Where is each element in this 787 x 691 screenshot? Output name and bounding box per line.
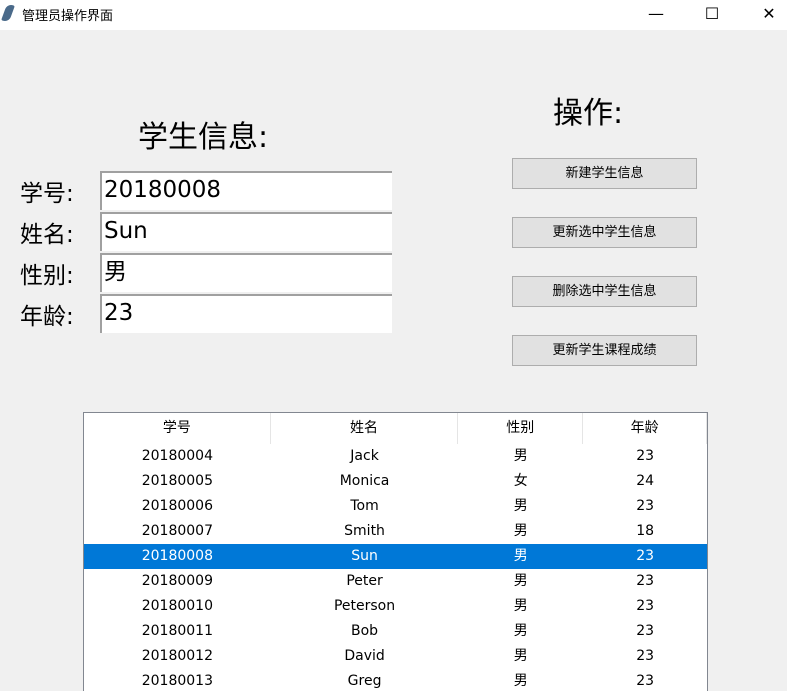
field-label: 性别: xyxy=(20,263,74,289)
table-cell: 男 xyxy=(513,523,528,539)
table-cell: 女 xyxy=(513,473,528,489)
new-student-button[interactable]: 新建学生信息 xyxy=(512,158,697,189)
table-cell: David xyxy=(344,648,385,664)
form-title: 学生信息: xyxy=(138,120,269,155)
table-cell: 18 xyxy=(636,523,655,539)
table-cell: 男 xyxy=(513,548,528,564)
title-bar: 管理员操作界面 — ☐ ✕ xyxy=(0,0,787,30)
table-row[interactable]: 20180007 Smith 男 18 xyxy=(84,519,707,544)
close-button[interactable]: ✕ xyxy=(746,0,787,30)
table-cell: 23 xyxy=(636,573,655,589)
table-cell: 23 xyxy=(636,498,655,514)
field-label: 姓名: xyxy=(20,222,74,248)
table-cell: 男 xyxy=(513,598,528,614)
table-cell: Peterson xyxy=(333,598,396,614)
table-cell: 20180004 xyxy=(141,448,213,464)
student-table[interactable]: 学号 姓名 性别 年龄 20180004 Jack 男 23 20180005 Monica 女 2… xyxy=(83,412,708,691)
field-label: 学号: xyxy=(20,181,74,207)
table-cell: Smith xyxy=(344,523,385,539)
table-cell: 24 xyxy=(636,473,655,489)
table-cell: 20180009 xyxy=(141,573,213,589)
table-cell: 20180011 xyxy=(141,623,213,639)
table-row[interactable]: 20180004 Jack 男 23 xyxy=(84,444,707,469)
table-cell: 23 xyxy=(636,623,655,639)
table-cell: 男 xyxy=(513,648,528,664)
table-cell: 男 xyxy=(513,623,528,639)
table-row[interactable]: 20180009 Peter 男 23 xyxy=(84,569,707,594)
delete-student-button[interactable]: 删除选中学生信息 xyxy=(512,276,697,307)
table-row[interactable]: 20180012 David 男 23 xyxy=(84,644,707,669)
table-cell: 23 xyxy=(636,648,655,664)
table-cell: Tom xyxy=(350,498,379,514)
table-row[interactable]: 20180006 Tom 男 23 xyxy=(84,494,707,519)
table-cell: 男 xyxy=(513,448,528,464)
table-cell: 23 xyxy=(636,673,655,689)
table-cell: Bob xyxy=(351,623,379,639)
field-input[interactable]: 男 xyxy=(100,253,392,292)
table-cell: Sun xyxy=(351,548,378,564)
table-cell: Greg xyxy=(347,673,382,689)
table-cell: 20180005 xyxy=(141,473,213,489)
table-cell: 23 xyxy=(636,598,655,614)
update-student-button[interactable]: 更新选中学生信息 xyxy=(512,217,697,248)
field-input[interactable]: Sun xyxy=(100,212,392,251)
table-cell: 20180010 xyxy=(141,598,213,614)
table-cell: 男 xyxy=(513,573,528,589)
app-feather-icon xyxy=(1,3,15,23)
table-cell: 20180012 xyxy=(141,648,213,664)
table-row[interactable]: 20180005 Monica 女 24 xyxy=(84,469,707,494)
table-cell: 20180006 xyxy=(141,498,213,514)
field-input[interactable]: 23 xyxy=(100,294,392,333)
table-row[interactable]: 20180008 Sun 男 23 xyxy=(84,544,707,569)
table-cell: 男 xyxy=(513,498,528,514)
table-row[interactable]: 20180010 Peterson 男 23 xyxy=(84,594,707,619)
column-header[interactable]: 年龄 xyxy=(583,413,707,444)
table-row[interactable]: 20180013 Greg 男 23 xyxy=(84,669,707,691)
table-cell: 20180008 xyxy=(141,548,213,564)
table-header: 学号 姓名 性别 年龄 xyxy=(84,413,707,444)
column-header[interactable]: 性别 xyxy=(458,413,584,444)
window-title: 管理员操作界面 xyxy=(22,9,114,24)
column-header[interactable]: 姓名 xyxy=(271,413,459,444)
table-cell: 20180013 xyxy=(141,673,213,689)
table-cell: Peter xyxy=(346,573,383,589)
table-cell: 男 xyxy=(513,673,528,689)
maximize-button[interactable]: ☐ xyxy=(689,0,735,30)
table-cell: 23 xyxy=(636,548,655,564)
table-cell: Jack xyxy=(350,448,379,464)
minimize-button[interactable]: — xyxy=(633,0,679,30)
table-cell: 23 xyxy=(636,448,655,464)
field-label: 年龄: xyxy=(20,304,74,330)
actions-title: 操作: xyxy=(553,96,624,131)
field-input[interactable]: 20180008 xyxy=(100,171,392,210)
table-cell: 20180007 xyxy=(141,523,213,539)
column-header[interactable]: 学号 xyxy=(84,413,271,444)
table-row[interactable]: 20180011 Bob 男 23 xyxy=(84,619,707,644)
table-cell: Monica xyxy=(339,473,390,489)
update-grades-button[interactable]: 更新学生课程成绩 xyxy=(512,335,697,366)
